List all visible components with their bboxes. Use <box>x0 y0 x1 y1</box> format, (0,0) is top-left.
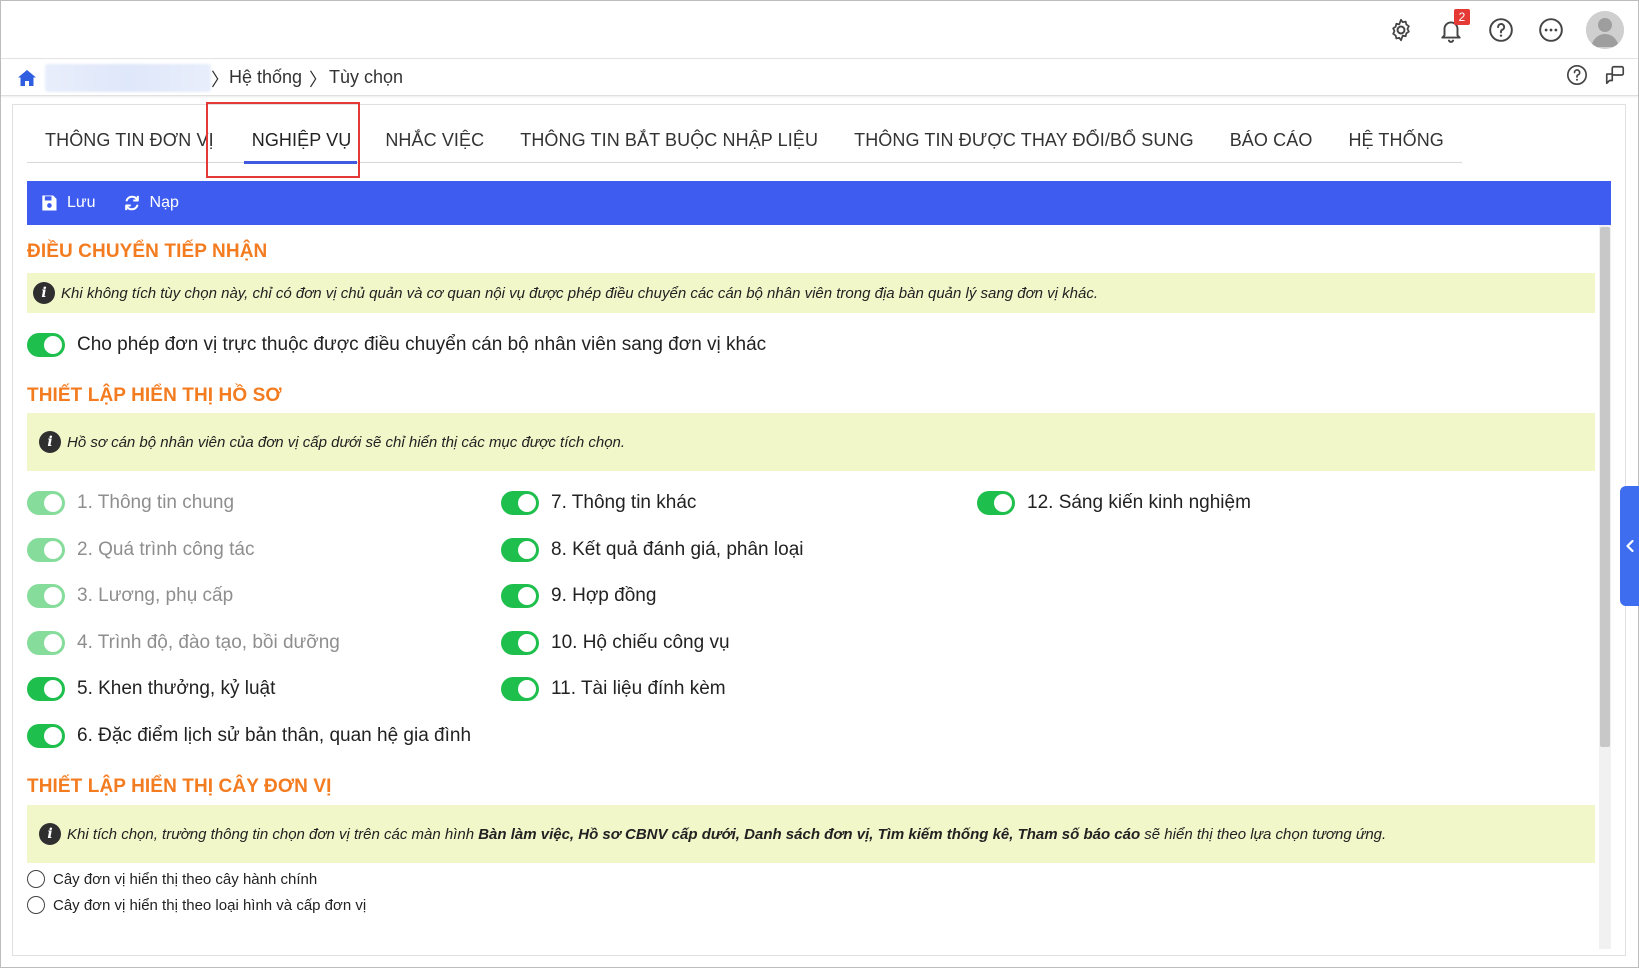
breadcrumb-separator: 〉 <box>211 70 229 90</box>
tab-reminders[interactable]: NHẮC VIỆC <box>367 117 502 163</box>
unit-name-redacted <box>45 64 211 92</box>
side-panel-toggle[interactable] <box>1620 486 1639 606</box>
attachments-toggle[interactable] <box>501 677 539 701</box>
notification-badge: 2 <box>1454 9 1470 25</box>
options-panel: THÔNG TIN ĐƠN VỊ NGHIỆP VỤ NHẮC VIỆC THÔ… <box>12 104 1626 956</box>
salary-toggle <box>27 584 65 608</box>
toolbar: Lưu Nạp <box>27 181 1611 225</box>
reload-button[interactable]: Nạp <box>122 193 179 213</box>
top-icons: 2 <box>1386 9 1624 51</box>
general-info-toggle <box>27 491 65 515</box>
evaluation-toggle[interactable] <box>501 538 539 562</box>
toggle-row-evaluation: 8. Kết quả đánh giá, phân loại <box>501 538 803 562</box>
note-text: Hồ sơ cán bộ nhân viên của đơn vị cấp dư… <box>67 433 626 451</box>
toggle-label: 8. Kết quả đánh giá, phân loại <box>551 539 804 560</box>
toggle-row-other-info: 7. Thông tin khác <box>501 491 696 515</box>
breadcrumb-actions <box>1566 64 1626 91</box>
passport-toggle[interactable] <box>501 631 539 655</box>
vertical-scrollbar[interactable] <box>1599 225 1611 949</box>
save-icon <box>42 195 57 211</box>
other-info-toggle[interactable] <box>501 491 539 515</box>
gear-icon[interactable] <box>1386 15 1416 45</box>
active-tab-highlight <box>206 102 360 178</box>
toggle-label: 10. Hộ chiếu công vụ <box>551 632 730 653</box>
avatar[interactable] <box>1586 11 1624 49</box>
personal-history-toggle[interactable] <box>27 724 65 748</box>
tab-unit-info[interactable]: THÔNG TIN ĐƠN VỊ <box>27 117 232 163</box>
toggle-label: 1. Thông tin chung <box>77 492 235 513</box>
type-tree-radio[interactable] <box>27 896 45 914</box>
toggle-label: 4. Trình độ, đào tạo, bồi dưỡng <box>77 632 340 653</box>
refresh-icon <box>124 195 139 211</box>
toggle-row-education: 4. Trình độ, đào tạo, bồi dưỡng <box>27 631 340 655</box>
contract-toggle[interactable] <box>501 584 539 608</box>
scroll-thumb[interactable] <box>1600 227 1610 747</box>
toggle-row-personal-history: 6. Đặc điểm lịch sử bản thân, quan hệ gi… <box>27 724 471 748</box>
top-bar: 2 <box>1 1 1638 59</box>
education-toggle <box>27 631 65 655</box>
toggle-label: 11. Tài liệu đính kèm <box>551 678 726 699</box>
toggle-row-contract: 9. Hợp đồng <box>501 584 656 608</box>
toggle-label: 2. Quá trình công tác <box>77 539 255 560</box>
note-unit-tree: i Khi tích chọn, trường thông tin chọn đ… <box>27 805 1595 863</box>
admin-tree-radio[interactable] <box>27 870 45 888</box>
breadcrumb: 〉 Hệ thống 〉 Tùy chọn <box>1 60 1638 96</box>
toggle-row-attachments: 11. Tài liệu đính kèm <box>501 677 726 701</box>
allow-transfer-toggle[interactable] <box>27 333 65 357</box>
breadcrumb-separator: 〉 <box>309 70 327 90</box>
note-transfer: i Khi không tích tùy chọn này, chỉ có đơ… <box>27 273 1595 313</box>
info-icon: i <box>39 431 61 453</box>
tab-system[interactable]: HỆ THỐNG <box>1330 117 1461 163</box>
toggle-label: 12. Sáng kiến kinh nghiệm <box>1027 492 1251 513</box>
section-title-transfer: ĐIỀU CHUYỂN TIẾP NHẬN <box>27 241 268 262</box>
more-icon[interactable] <box>1536 15 1566 45</box>
radio-label: Cây đơn vị hiển thị theo cây hành chính <box>53 870 318 888</box>
toggle-label: 9. Hợp đồng <box>551 585 657 606</box>
note-bold: Bàn làm việc, Hồ sơ CBNV cấp dưới, Danh … <box>478 825 1141 843</box>
toggle-row-work-history: 2. Quá trình công tác <box>27 538 254 562</box>
page-help-icon[interactable] <box>1566 64 1588 91</box>
toggle-row-initiatives: 12. Sáng kiến kinh nghiệm <box>977 491 1251 515</box>
work-history-toggle <box>27 538 65 562</box>
note-profile-display: i Hồ sơ cán bộ nhân viên của đơn vị cấp … <box>27 413 1595 471</box>
toggle-label: 5. Khen thưởng, kỷ luật <box>77 678 276 699</box>
breadcrumb-item-options: Tùy chọn <box>329 67 404 87</box>
toggle-row-salary: 3. Lương, phụ cấp <box>27 584 233 608</box>
note-text: Khi tích chọn, trường thông tin chọn đơn… <box>67 826 1386 843</box>
note-suffix: sẽ hiển thị theo lựa chọn tương ứng. <box>1140 825 1387 843</box>
breadcrumb-item-system[interactable]: Hệ thống <box>229 67 302 88</box>
tab-reports[interactable]: BÁO CÁO <box>1212 117 1331 163</box>
toggle-label: 7. Thông tin khác <box>551 492 697 513</box>
tab-changed-info[interactable]: THÔNG TIN ĐƯỢC THAY ĐỔI/BỔ SUNG <box>836 117 1212 163</box>
toggle-row-rewards: 5. Khen thưởng, kỷ luật <box>27 677 275 701</box>
radio-label: Cây đơn vị hiển thị theo loại hình và cấ… <box>53 896 367 914</box>
toggle-row-passport: 10. Hộ chiếu công vụ <box>501 631 730 655</box>
toggle-label: 3. Lương, phụ cấp <box>77 585 234 606</box>
help-icon[interactable] <box>1486 15 1516 45</box>
tab-required-fields[interactable]: THÔNG TIN BẮT BUỘC NHẬP LIỆU <box>502 117 836 163</box>
section-title-unit-tree: THIẾT LẬP HIỂN THỊ CÂY ĐƠN VỊ <box>27 776 332 797</box>
feedback-icon[interactable] <box>1604 64 1626 91</box>
bell-icon[interactable]: 2 <box>1436 9 1470 45</box>
save-label: Lưu <box>67 194 96 211</box>
save-button[interactable]: Lưu <box>39 193 96 213</box>
toggle-row-general-info: 1. Thông tin chung <box>27 491 234 515</box>
toggle-label: 6. Đặc điểm lịch sử bản thân, quan hệ gi… <box>77 725 472 746</box>
toggle-row-allow-transfer: Cho phép đơn vị trực thuộc được điều chu… <box>27 333 766 357</box>
rewards-toggle[interactable] <box>27 677 65 701</box>
radio-row-type-tree: Cây đơn vị hiển thị theo loại hình và cấ… <box>27 896 366 914</box>
reload-label: Nạp <box>149 194 179 211</box>
section-title-profile-display: THIẾT LẬP HIỂN THỊ HỒ SƠ <box>27 385 282 406</box>
settings-scroll-area[interactable]: ĐIỀU CHUYỂN TIẾP NHẬN i Khi không tích t… <box>27 225 1611 949</box>
note-prefix: Khi tích chọn, trường thông tin chọn đơn… <box>67 825 479 843</box>
radio-row-admin-tree: Cây đơn vị hiển thị theo cây hành chính <box>27 870 317 888</box>
info-icon: i <box>39 823 61 845</box>
home-icon[interactable] <box>15 66 39 90</box>
info-icon: i <box>33 282 55 304</box>
initiatives-toggle[interactable] <box>977 491 1015 515</box>
chevron-left-icon <box>1625 539 1634 553</box>
note-text: Khi không tích tùy chọn này, chỉ có đơn … <box>61 284 1098 302</box>
toggle-label: Cho phép đơn vị trực thuộc được điều chu… <box>77 334 767 355</box>
